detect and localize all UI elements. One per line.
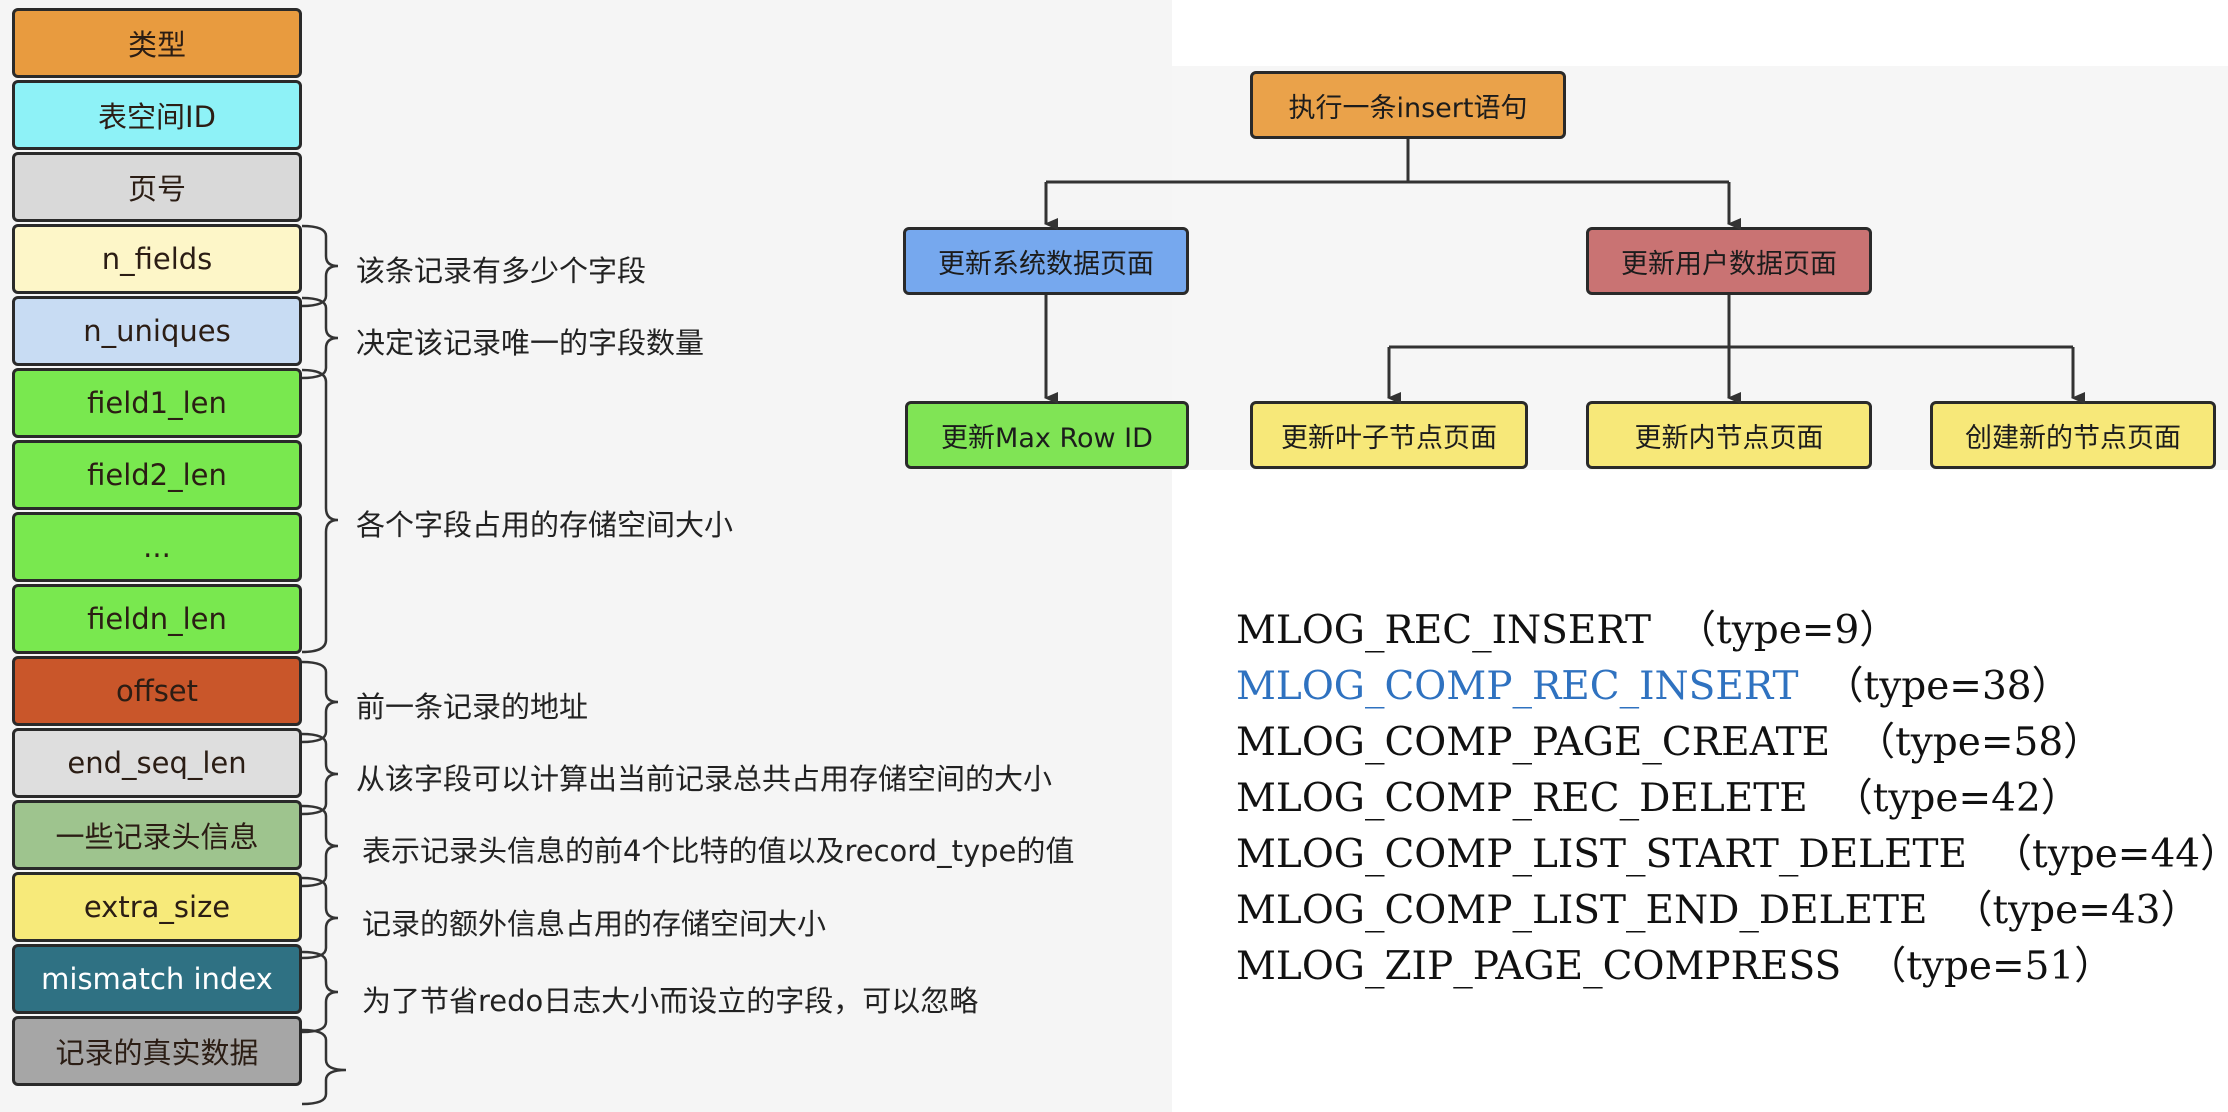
mlog-type-item: MLOG_COMP_LIST_END_DELETE （type=43） xyxy=(1236,888,2200,933)
field-end-seq-len: end_seq_len xyxy=(12,728,302,798)
note-n-uniques: 决定该记录唯一的字段数量 xyxy=(356,326,705,360)
mlog-type-item: MLOG_COMP_REC_DELETE （type=42） xyxy=(1236,776,2080,821)
field-mismatch-index: mismatch index xyxy=(12,944,302,1014)
note-header-info: 表示记录头信息的前4个比特的值以及record_type的值 xyxy=(362,834,1075,868)
field-n-fields: n_fields xyxy=(12,224,302,294)
field-space-id: 表空间ID xyxy=(12,80,302,150)
field-fieldn-len: fieldn_len xyxy=(12,584,302,654)
note-n-fields: 该条记录有多少个字段 xyxy=(356,254,647,288)
redo-log-record-format: 类型 表空间ID 页号 n_fields n_uniques field1_le… xyxy=(12,8,302,1086)
note-end-seq-len: 从该字段可以计算出当前记录总共占用存储空间的大小 xyxy=(356,762,1053,796)
mlog-type-item: MLOG_REC_INSERT （type=9） xyxy=(1236,608,1899,653)
field-n-uniques: n_uniques xyxy=(12,296,302,366)
note-field-lengths: 各个字段占用的存储空间大小 xyxy=(356,508,734,542)
field-ellipsis: ... xyxy=(12,512,302,582)
mlog-type-item-highlighted: MLOG_COMP_REC_INSERT （type=38） xyxy=(1236,664,2071,709)
field-offset: offset xyxy=(12,656,302,726)
flow-node-new-page: 创建新的节点页面 xyxy=(1930,401,2216,469)
field-extra-size: extra_size xyxy=(12,872,302,942)
flow-node-inner-page: 更新内节点页面 xyxy=(1586,401,1872,469)
flow-node-system-update: 更新系统数据页面 xyxy=(903,227,1189,295)
flow-node-user-update: 更新用户数据页面 xyxy=(1586,227,1872,295)
note-mismatch-index: 为了节省redo日志大小而设立的字段，可以忽略 xyxy=(362,984,979,1018)
field-record-header-info: 一些记录头信息 xyxy=(12,800,302,870)
field-type: 类型 xyxy=(12,8,302,78)
flow-node-leaf-page: 更新叶子节点页面 xyxy=(1250,401,1528,469)
mlog-type-item: MLOG_ZIP_PAGE_COMPRESS （type=51） xyxy=(1236,944,2114,989)
note-offset: 前一条记录的地址 xyxy=(356,690,589,724)
field-field1-len: field1_len xyxy=(12,368,302,438)
mlog-type-list: MLOG_REC_INSERT （type=9） MLOG_COMP_REC_IN… xyxy=(1236,603,2228,995)
flow-node-max-row-id: 更新Max Row ID xyxy=(905,401,1189,469)
field-record-data: 记录的真实数据 xyxy=(12,1016,302,1086)
flow-node-root: 执行一条insert语句 xyxy=(1250,71,1566,139)
field-page-number: 页号 xyxy=(12,152,302,222)
field-field2-len: field2_len xyxy=(12,440,302,510)
note-extra-size: 记录的额外信息占用的存储空间大小 xyxy=(362,907,827,941)
mlog-type-item: MLOG_COMP_PAGE_CREATE （type=58） xyxy=(1236,720,2103,765)
mlog-type-item: MLOG_COMP_LIST_START_DELETE （type=44） xyxy=(1236,832,2228,877)
